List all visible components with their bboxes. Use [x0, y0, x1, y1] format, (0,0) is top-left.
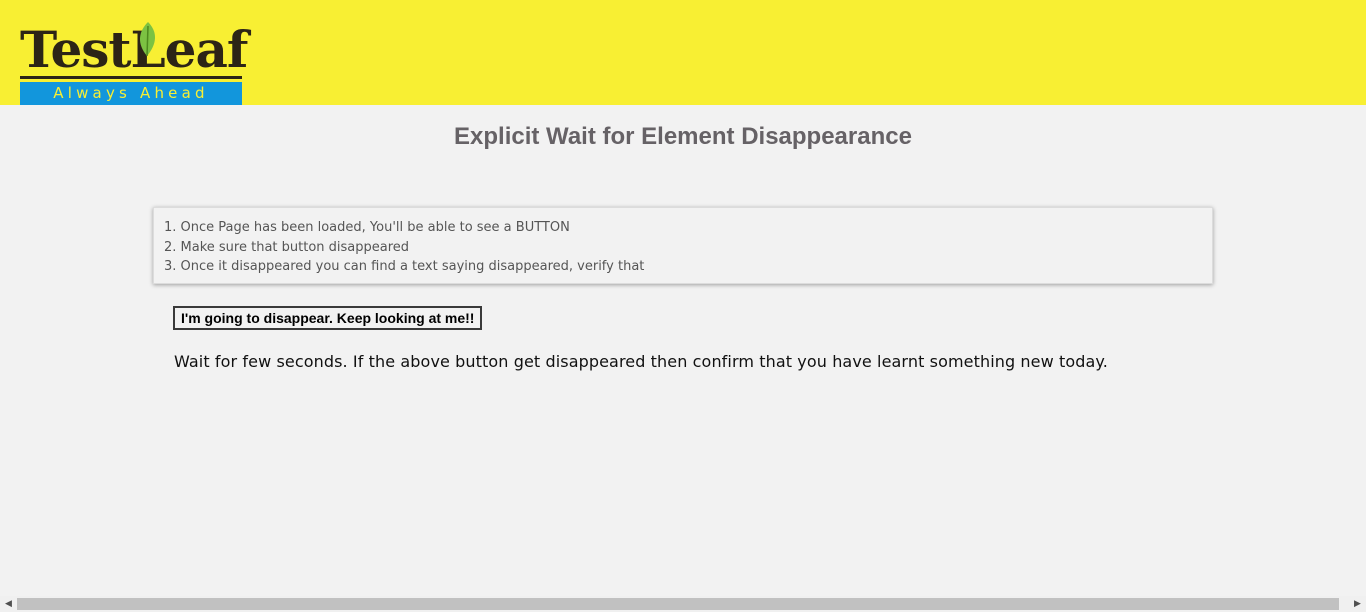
- instructions-list: 1. Once Page has been loaded, You'll be …: [164, 218, 1202, 277]
- testleaf-logo[interactable]: TestLeaf Always Ahead: [20, 20, 248, 105]
- instruction-item: 2. Make sure that button disappeared: [164, 239, 410, 255]
- logo-underline: [20, 76, 242, 79]
- arrow-left-icon[interactable]: ◀: [0, 596, 17, 612]
- logo-wordmark-area: TestLeaf: [20, 20, 248, 82]
- scrollbar-thumb[interactable]: [17, 598, 1339, 610]
- logo-tagline: Always Ahead: [20, 82, 242, 105]
- instructions-box: 1. Once Page has been loaded, You'll be …: [153, 207, 1213, 284]
- leaf-icon: [139, 22, 156, 57]
- wait-instruction-text: Wait for few seconds. If the above butto…: [174, 352, 1108, 371]
- horizontal-scrollbar[interactable]: ◀ ▶: [0, 596, 1366, 612]
- instruction-item: 1. Once Page has been loaded, You'll be …: [164, 220, 570, 235]
- instruction-item: 3. Once it disappeared you can find a te…: [164, 259, 645, 274]
- site-header: TestLeaf Always Ahead: [0, 0, 1366, 105]
- disappearing-button[interactable]: I'm going to disappear. Keep looking at …: [173, 306, 483, 330]
- arrow-right-icon[interactable]: ▶: [1349, 596, 1366, 612]
- page-title: Explicit Wait for Element Disappearance: [454, 123, 912, 150]
